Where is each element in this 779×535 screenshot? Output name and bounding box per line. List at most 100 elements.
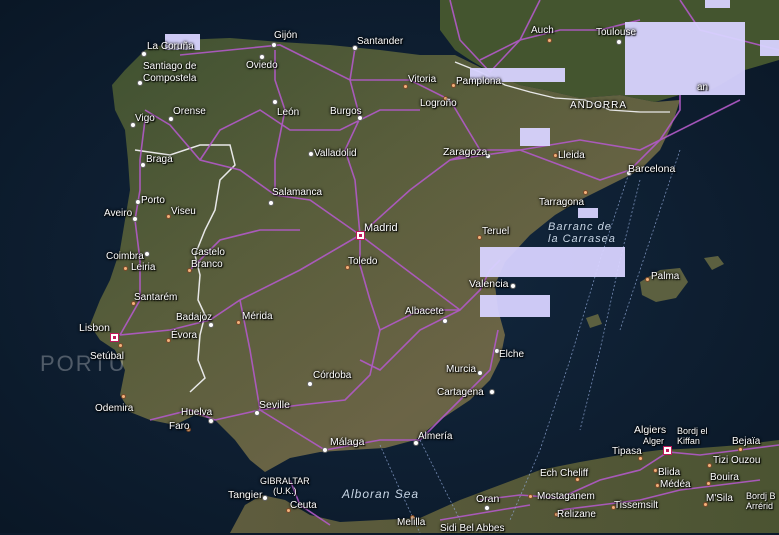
city-label-evora[interactable]: Évora [171, 330, 197, 342]
city-label-santiago[interactable]: Santiago de Compostela [143, 61, 196, 85]
city-label-toulouse[interactable]: Toulouse [596, 27, 636, 39]
city-label-vigo[interactable]: Vigo [135, 113, 155, 125]
city-label-castelo-branco[interactable]: Castelo Branco [191, 247, 225, 271]
city-label-merida[interactable]: Mérida [242, 311, 273, 323]
region-label-gibraltar: GIBRALTAR (U.K.) [260, 476, 310, 496]
city-dot-malaga [322, 447, 328, 453]
sea-label-alboran: Alboran Sea [342, 487, 420, 501]
city-label-ceuta[interactable]: Ceuta [290, 500, 317, 512]
city-label-salamanca[interactable]: Salamanca [272, 187, 322, 199]
city-dot-coimbra [144, 251, 150, 257]
city-label-braga[interactable]: Braga [146, 154, 173, 166]
city-dot-palma [645, 277, 650, 282]
city-label-palma[interactable]: Palma [651, 271, 679, 283]
city-label-relizane[interactable]: Relizane [557, 509, 596, 521]
city-dot-leon [272, 99, 278, 105]
city-dot-albacete [442, 318, 448, 324]
city-label-teruel[interactable]: Teruel [482, 226, 509, 238]
city-label-porto[interactable]: Porto [141, 195, 165, 207]
city-label-cordoba[interactable]: Córdoba [313, 370, 351, 382]
city-label-alger[interactable]: Alger [643, 436, 664, 446]
city-label-leiria[interactable]: Leiria [131, 262, 155, 274]
city-label-melilla[interactable]: Melilla [397, 517, 425, 529]
city-label-almeria[interactable]: Almería [418, 431, 452, 443]
city-label-badajoz[interactable]: Badajoz [176, 312, 212, 324]
city-dot-tarragona [583, 190, 588, 195]
city-label-elche[interactable]: Elche [499, 349, 524, 361]
city-label-bejaia[interactable]: Bejaïa [732, 436, 760, 448]
city-label-tizi-ouzou[interactable]: Tizi Ouzou [713, 455, 760, 467]
city-label-bouira[interactable]: Bouira [710, 472, 739, 484]
city-dot-valencia [510, 283, 516, 289]
city-dot-murcia [477, 370, 483, 376]
city-label-oran[interactable]: Oran [476, 493, 499, 505]
city-label-tarragona[interactable]: Tarragona [539, 197, 584, 209]
city-label-tangier[interactable]: Tangier [228, 489, 262, 501]
city-label-bordj-partial[interactable]: Bordj B Arrérid [746, 491, 776, 511]
redacted-block-corner [760, 40, 779, 56]
city-label-valladolid[interactable]: Valladolid [314, 148, 357, 160]
city-label-zaragoza[interactable]: Zaragoza [443, 146, 487, 158]
city-label-santarem[interactable]: Santarém [134, 292, 177, 304]
city-label-barcelona[interactable]: Barcelona [628, 163, 675, 175]
redacted-block-valencia-lower [480, 295, 550, 317]
city-label-huelva[interactable]: Huelva [181, 407, 212, 419]
city-label-setubal[interactable]: Setúbal [90, 351, 124, 363]
city-label-malaga[interactable]: Málaga [330, 436, 364, 448]
city-label-leon[interactable]: León [277, 107, 299, 119]
city-label-lisbon[interactable]: Lisbon [79, 322, 110, 334]
city-dot-salamanca [268, 200, 274, 206]
redacted-block-topcorner [705, 0, 730, 8]
city-label-tarbes-partial[interactable]: an [697, 82, 708, 94]
sea-label-barranc: Barranc de la Carrasea [548, 221, 616, 245]
redacted-block-valencia [480, 247, 625, 277]
city-label-seville[interactable]: Seville [259, 399, 290, 411]
city-label-lleida[interactable]: Lleida [558, 150, 585, 162]
city-label-pamplona[interactable]: Pamplona [456, 76, 501, 88]
city-label-cartagena[interactable]: Cartagena [437, 387, 484, 399]
city-dot-auch [547, 38, 552, 43]
redacted-block-toulouse [625, 22, 745, 95]
city-dot-tangier [262, 495, 268, 501]
city-label-algiers[interactable]: Algiers [634, 424, 666, 436]
city-label-murcia[interactable]: Murcia [446, 364, 476, 376]
city-label-logrono[interactable]: Logroño [420, 98, 457, 110]
city-dot-cartagena [489, 389, 495, 395]
city-label-burgos[interactable]: Burgos [330, 106, 362, 118]
city-dot-aveiro [132, 216, 138, 222]
city-label-toledo[interactable]: Toledo [348, 256, 377, 268]
city-label-mostaganem[interactable]: Mostaganem [537, 491, 595, 503]
city-label-blida[interactable]: Blida [658, 467, 680, 479]
city-label-msila[interactable]: M'Sila [706, 493, 733, 505]
redacted-block-lleida [520, 128, 550, 146]
city-label-la-coruna[interactable]: La Coruña [147, 41, 194, 53]
city-dot-oran [484, 505, 490, 511]
city-label-viseu[interactable]: Viseu [171, 206, 196, 218]
city-label-sidi-bel-abbes[interactable]: Sidi Bel Abbes [440, 523, 505, 535]
city-label-aveiro[interactable]: Aveiro [104, 208, 132, 220]
city-label-vitoria[interactable]: Vitoria [408, 74, 436, 86]
city-label-albacete[interactable]: Albacete [405, 306, 444, 318]
city-dot-merida [236, 320, 241, 325]
city-label-tipasa[interactable]: Tipasa [612, 446, 642, 458]
city-dot-mostaganem [528, 494, 533, 499]
city-label-faro[interactable]: Faro [169, 421, 190, 433]
city-label-madrid[interactable]: Madrid [364, 222, 398, 234]
city-label-odemira[interactable]: Odemira [95, 403, 133, 415]
city-label-auch[interactable]: Auch [531, 25, 554, 37]
city-label-tissemsilt[interactable]: Tissemsilt [614, 500, 658, 512]
city-dot-setubal [118, 343, 123, 348]
city-label-valencia[interactable]: Valencia [469, 278, 509, 290]
capital-marker-algiers [663, 446, 672, 455]
city-label-bordj-kiffan[interactable]: Bordj el Kiffan [677, 426, 708, 446]
city-label-medea[interactable]: Médéa [660, 479, 691, 491]
city-label-ech-cheliff[interactable]: Ech Cheliff [540, 468, 588, 480]
city-label-oviedo[interactable]: Oviedo [246, 60, 278, 72]
city-dot-odemira [121, 394, 126, 399]
city-dot-gijon [271, 42, 277, 48]
city-label-gijon[interactable]: Gijón [274, 30, 297, 42]
city-label-orense[interactable]: Orense [173, 106, 206, 118]
redacted-block-tarragona [578, 208, 598, 218]
city-label-santander[interactable]: Santander [357, 36, 403, 48]
capital-marker-lisbon [110, 333, 119, 342]
